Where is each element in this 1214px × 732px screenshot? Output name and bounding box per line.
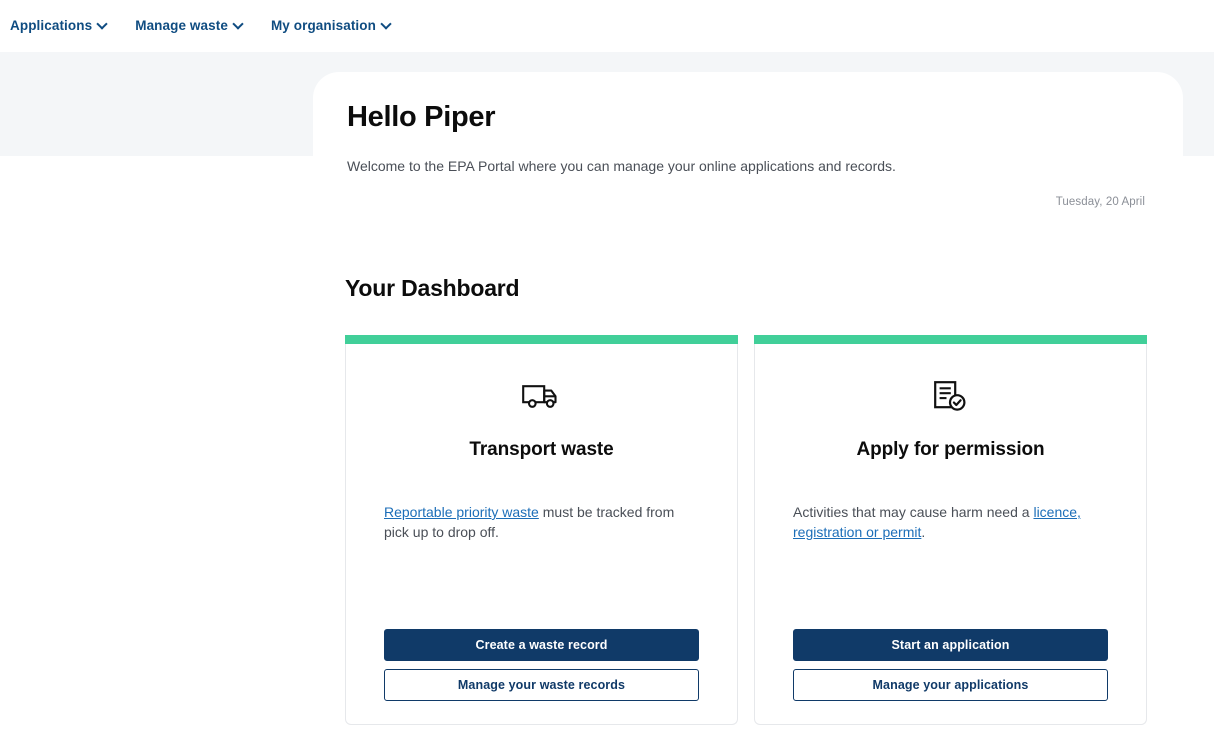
- manage-your-applications-button[interactable]: Manage your applications: [793, 669, 1108, 701]
- nav-item-label: Manage waste: [135, 18, 228, 34]
- welcome-subtitle: Welcome to the EPA Portal where you can …: [347, 157, 896, 174]
- create-waste-record-button[interactable]: Create a waste record: [384, 629, 699, 661]
- manage-waste-records-button[interactable]: Manage your waste records: [384, 669, 699, 701]
- welcome-card: Hello Piper Tuesday, 20 April Welcome to…: [313, 72, 1183, 222]
- card-apply-for-permission: Apply for permission Activities that may…: [754, 335, 1147, 725]
- card-description: Activities that may cause harm need a li…: [793, 503, 1108, 543]
- card-accent-bar: [345, 335, 738, 344]
- card-actions: Start an application Manage your applica…: [793, 629, 1108, 701]
- card-actions: Create a waste record Manage your waste …: [384, 629, 699, 701]
- chevron-down-icon: [234, 20, 243, 29]
- top-navigation-bar: Applications Manage waste My organisatio…: [0, 0, 1214, 52]
- nav-item-applications[interactable]: Applications: [10, 19, 107, 33]
- chevron-down-icon: [98, 20, 107, 29]
- card-description-text: Activities that may cause harm need a: [793, 504, 1034, 520]
- chevron-down-icon: [382, 20, 391, 29]
- nav-item-label: Applications: [10, 18, 93, 34]
- nav-item-my-organisation[interactable]: My organisation: [271, 19, 391, 33]
- document-check-icon: [933, 377, 968, 417]
- card-description: Reportable priority waste must be tracke…: [384, 503, 699, 543]
- nav-item-label: My organisation: [270, 18, 376, 34]
- truck-icon: [521, 377, 562, 417]
- start-an-application-button[interactable]: Start an application: [793, 629, 1108, 661]
- nav-item-manage-waste[interactable]: Manage waste: [135, 19, 243, 33]
- card-title: Apply for permission: [856, 439, 1045, 460]
- dashboard-heading: Your Dashboard: [345, 275, 520, 301]
- card-transport-waste: Transport waste Reportable priority wast…: [345, 335, 738, 725]
- page-title: Hello Piper: [347, 101, 496, 133]
- current-date: Tuesday, 20 April: [1055, 196, 1145, 208]
- card-description-text: .: [921, 523, 926, 540]
- reportable-priority-waste-link[interactable]: Reportable priority waste: [384, 504, 539, 520]
- card-accent-bar: [754, 335, 1147, 344]
- card-title: Transport waste: [469, 439, 614, 460]
- dashboard-cards: Transport waste Reportable priority wast…: [345, 335, 1147, 725]
